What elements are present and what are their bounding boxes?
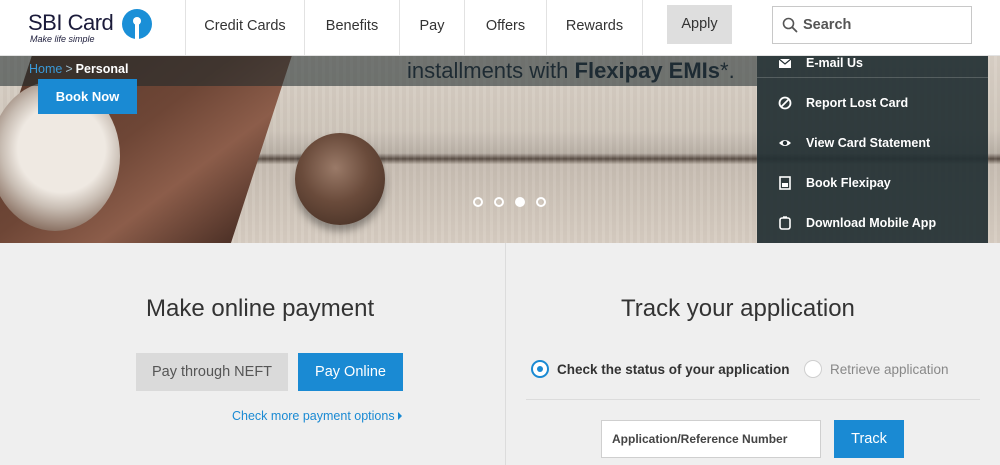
track-button[interactable]: Track bbox=[834, 420, 904, 458]
email-icon bbox=[778, 58, 792, 68]
mobile-icon bbox=[779, 216, 791, 230]
payment-title: Make online payment bbox=[146, 295, 375, 322]
banner-chocolate-image bbox=[295, 133, 385, 225]
search-input[interactable] bbox=[803, 7, 968, 43]
quick-link-book-flexipay[interactable]: Book Flexipay bbox=[757, 164, 988, 204]
breadcrumb: Home > Personal bbox=[29, 62, 128, 76]
nav-benefits[interactable]: Benefits bbox=[304, 0, 399, 56]
status-radio[interactable] bbox=[531, 360, 549, 378]
carousel-dot[interactable] bbox=[494, 197, 504, 207]
status-radio-label[interactable]: Check the status of your application bbox=[557, 362, 790, 377]
pay-through-neft-button[interactable]: Pay through NEFT bbox=[136, 353, 288, 391]
nav-rewards[interactable]: Rewards bbox=[546, 0, 643, 56]
banner-headline-suffix: *. bbox=[720, 58, 735, 83]
carousel-dot[interactable] bbox=[473, 197, 483, 207]
banner-headline-prefix: installments with bbox=[407, 58, 575, 83]
quick-link-label: E-mail Us bbox=[806, 56, 863, 70]
search-box[interactable] bbox=[772, 6, 972, 44]
breadcrumb-current: Personal bbox=[75, 62, 129, 76]
carousel-dot[interactable] bbox=[536, 197, 546, 207]
block-icon bbox=[778, 96, 792, 110]
breadcrumb-separator: > bbox=[65, 62, 73, 76]
carousel-dot-active[interactable] bbox=[515, 197, 525, 207]
more-payment-options-label: Check more payment options bbox=[232, 409, 395, 423]
logo-tagline: Make life simple bbox=[30, 34, 95, 44]
application-reference-input[interactable] bbox=[601, 420, 821, 458]
quick-link-view-card-statement[interactable]: View Card Statement bbox=[757, 124, 988, 164]
carousel-dots bbox=[473, 197, 546, 207]
nav-pay[interactable]: Pay bbox=[399, 0, 464, 56]
retrieve-radio[interactable] bbox=[804, 360, 822, 378]
nav-credit-cards[interactable]: Credit Cards bbox=[185, 0, 304, 56]
quick-link-report-lost-card[interactable]: Report Lost Card bbox=[757, 84, 988, 124]
quick-link-label: View Card Statement bbox=[806, 136, 931, 150]
banner-headline: installments with Flexipay EMIs*. bbox=[407, 58, 735, 84]
nav-offers[interactable]: Offers bbox=[464, 0, 546, 56]
banner-headline-bold: Flexipay EMIs bbox=[574, 58, 721, 83]
logo-name: SBI Card bbox=[28, 10, 114, 35]
sbi-logo-mark-icon bbox=[122, 9, 152, 39]
panel-divider bbox=[505, 243, 506, 465]
sbi-card-logo[interactable]: SBI Card Make life simple bbox=[22, 8, 162, 48]
quick-link-email[interactable]: E-mail Us bbox=[757, 44, 988, 84]
breadcrumb-home-link[interactable]: Home bbox=[29, 62, 62, 76]
search-icon[interactable] bbox=[782, 17, 798, 33]
document-icon bbox=[779, 176, 791, 190]
quick-link-label: Report Lost Card bbox=[806, 96, 909, 110]
track-divider bbox=[526, 399, 980, 400]
pay-online-button[interactable]: Pay Online bbox=[298, 353, 403, 391]
track-title: Track your application bbox=[621, 295, 855, 322]
book-now-button[interactable]: Book Now bbox=[38, 79, 137, 114]
apply-button[interactable]: Apply bbox=[667, 5, 732, 44]
main-nav: Credit Cards Benefits Pay Offers Rewards bbox=[185, 0, 643, 56]
more-payment-options-link[interactable]: Check more payment options bbox=[232, 409, 402, 423]
eye-icon bbox=[779, 140, 791, 146]
quick-link-label: Book Flexipay bbox=[806, 176, 891, 190]
quick-menu-divider bbox=[757, 77, 988, 78]
retrieve-radio-label[interactable]: Retrieve application bbox=[830, 362, 949, 377]
quick-links-menu: E-mail Us Report Lost Card View Card Sta… bbox=[757, 56, 988, 243]
caret-right-icon bbox=[397, 412, 402, 420]
quick-link-download-mobile-app[interactable]: Download Mobile App bbox=[757, 204, 988, 244]
quick-link-label: Download Mobile App bbox=[806, 216, 937, 230]
